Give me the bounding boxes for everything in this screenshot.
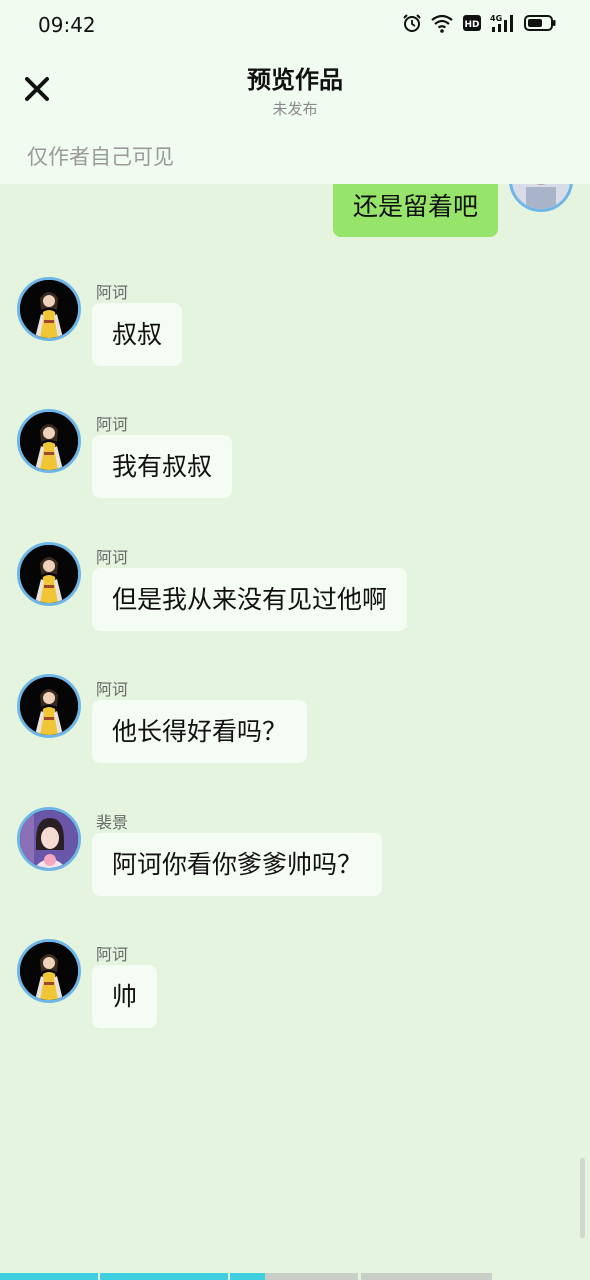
- chat-message: 裴景 阿诃你看你爹爹帅吗？: [17, 807, 577, 917]
- sender-name: 阿诃: [96, 680, 129, 699]
- message-bubble[interactable]: 他长得好看吗？: [92, 700, 308, 763]
- avatar-ahe[interactable]: [17, 277, 81, 341]
- svg-text:4G: 4G: [490, 14, 502, 23]
- message-bubble[interactable]: 帅: [92, 965, 158, 1028]
- chat-area[interactable]: 还是留着吧 阿诃 叔叔 阿诃 我有叔叔 阿诃 但是我从来没有见过他啊 阿诃 他长…: [0, 0, 590, 1280]
- avatar-ahe[interactable]: [17, 542, 81, 606]
- page-subtitle: 未发布: [272, 100, 318, 118]
- signal-4g-icon: 4G: [490, 13, 516, 33]
- chat-message: 阿诃 我有叔叔: [17, 409, 577, 519]
- avatar-ahe[interactable]: [17, 409, 81, 473]
- header: 09:42 HD 4G 预览作品 未发布 仅作者自己可见: [0, 0, 590, 184]
- page-title: 预览作品: [247, 66, 343, 94]
- alarm-icon: [402, 13, 422, 33]
- status-time: 09:42: [38, 13, 96, 37]
- avatar-peijing[interactable]: [17, 807, 81, 871]
- wifi-icon: [430, 13, 454, 33]
- message-bubble[interactable]: 叔叔: [92, 303, 183, 366]
- chat-message: 阿诃 叔叔: [17, 277, 577, 387]
- avatar-ahe[interactable]: [17, 674, 81, 738]
- battery-icon: [524, 13, 556, 33]
- status-icons: HD 4G: [402, 13, 556, 33]
- progress-segment: [265, 1273, 358, 1280]
- story-progress-bar: [0, 1273, 590, 1280]
- progress-segment: [230, 1273, 265, 1280]
- svg-text:HD: HD: [464, 20, 479, 30]
- sender-name: 裴景: [96, 813, 129, 832]
- chat-message: 阿诃 帅: [17, 939, 577, 1049]
- progress-segment: [100, 1273, 228, 1280]
- sender-name: 阿诃: [96, 415, 129, 434]
- hd-icon: HD: [462, 13, 482, 33]
- message-bubble[interactable]: 但是我从来没有见过他啊: [92, 568, 408, 631]
- sender-name: 阿诃: [96, 945, 129, 964]
- message-bubble[interactable]: 阿诃你看你爹爹帅吗？: [92, 833, 383, 896]
- self-message-bubble[interactable]: 还是留着吧: [332, 175, 498, 237]
- message-bubble[interactable]: 我有叔叔: [92, 435, 233, 498]
- visibility-note: 仅作者自己可见: [27, 145, 174, 169]
- avatar-ahe[interactable]: [17, 939, 81, 1003]
- scrollbar[interactable]: [580, 1158, 585, 1238]
- chat-message: 阿诃 但是我从来没有见过他啊: [17, 542, 577, 652]
- progress-segment: [361, 1273, 492, 1280]
- sender-name: 阿诃: [96, 283, 129, 302]
- sender-name: 阿诃: [96, 548, 129, 567]
- chat-message: 阿诃 他长得好看吗？: [17, 674, 577, 784]
- progress-segment: [0, 1273, 98, 1280]
